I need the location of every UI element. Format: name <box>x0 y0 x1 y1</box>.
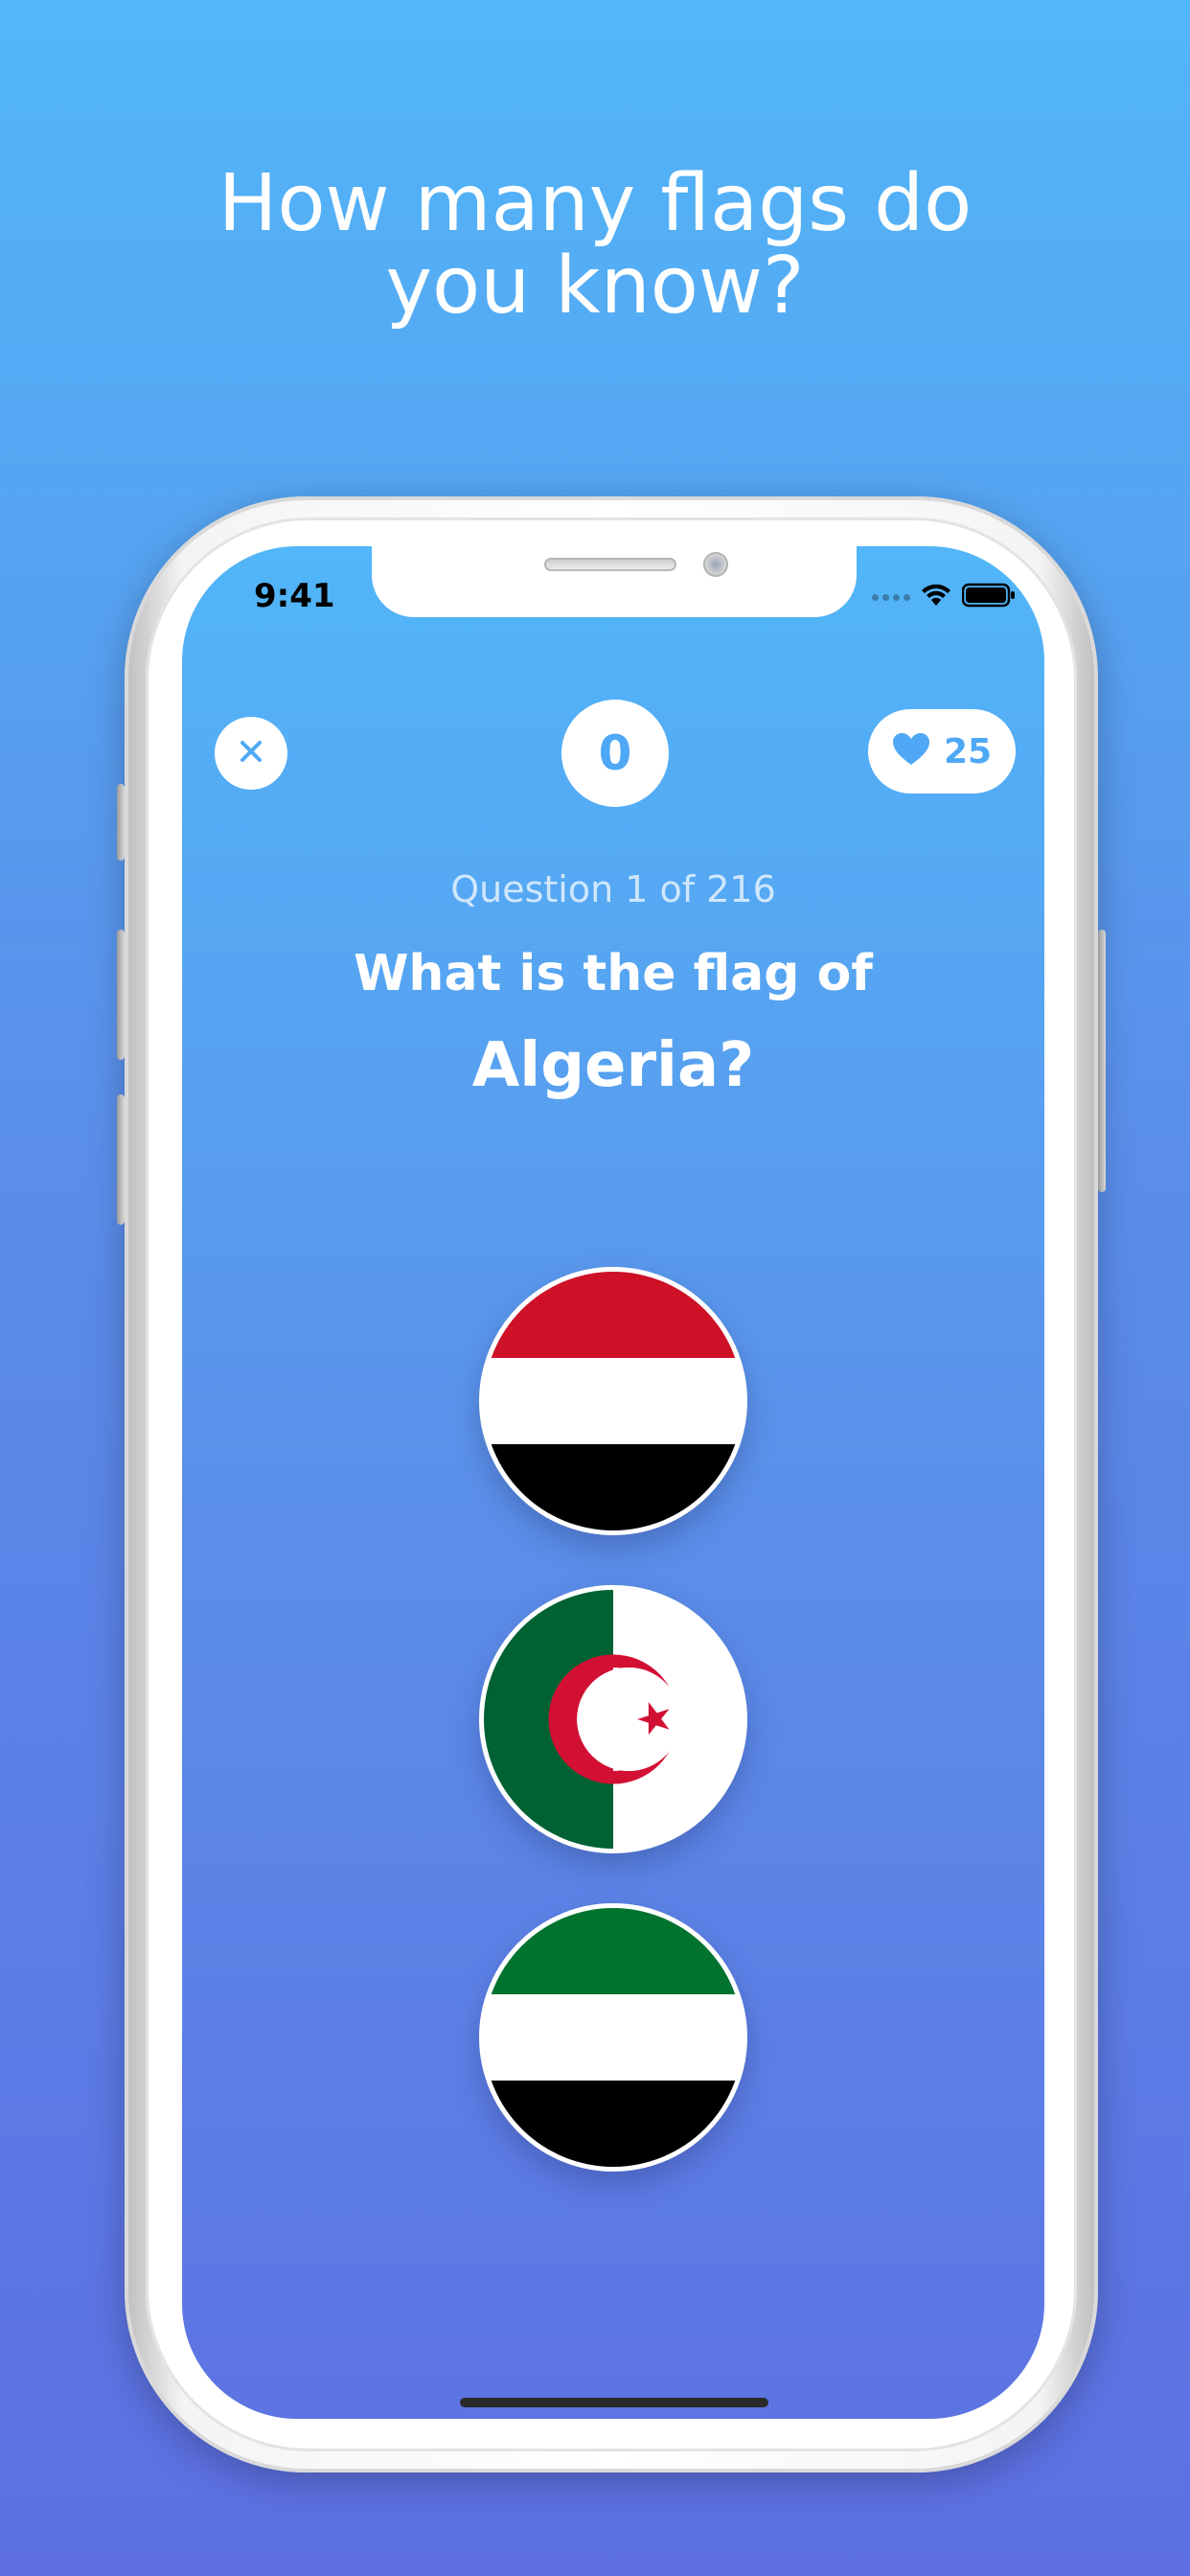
flag-green-white-black <box>484 1908 743 2167</box>
lives-counter: 25 <box>868 709 1016 794</box>
promo-headline-line-1: How many flags do <box>217 158 973 249</box>
status-time: 9:41 <box>254 577 335 615</box>
heart-icon <box>892 732 930 770</box>
score-value: 0 <box>598 725 632 781</box>
phone-power-button <box>1098 930 1106 1192</box>
question-country: Algeria? <box>471 1030 755 1101</box>
phone-volume-up-button <box>117 930 125 1060</box>
flag-option-1[interactable] <box>479 1267 747 1535</box>
phone-mute-switch <box>117 784 125 861</box>
close-icon <box>238 738 264 769</box>
battery-icon <box>961 583 1016 611</box>
question-progress: Question 1 of 216 <box>450 868 776 910</box>
wifi-icon <box>920 583 952 611</box>
cellular-dots-icon <box>872 593 910 601</box>
flag-red-white-black <box>484 1272 743 1530</box>
question-prompt: What is the flag of <box>354 945 873 1002</box>
earpiece-speaker <box>544 558 676 571</box>
promo-headline-line-2: you know? <box>385 241 805 332</box>
lives-count: 25 <box>943 731 993 771</box>
app-screen: 9:41 0 25 Question 1 of 216 What is the … <box>182 546 1044 2419</box>
flag-option-3[interactable] <box>479 1903 747 2172</box>
promo-headline: How many flags do you know? <box>0 163 1190 328</box>
status-icons <box>872 583 1016 611</box>
phone-notch <box>372 546 857 617</box>
flag-algeria <box>484 1590 743 1849</box>
close-quiz-button[interactable] <box>215 717 287 790</box>
front-camera <box>703 552 728 577</box>
flag-option-2[interactable] <box>479 1585 747 1853</box>
score-badge: 0 <box>561 700 669 807</box>
home-indicator[interactable] <box>460 2398 768 2407</box>
phone-volume-down-button <box>117 1094 125 1225</box>
